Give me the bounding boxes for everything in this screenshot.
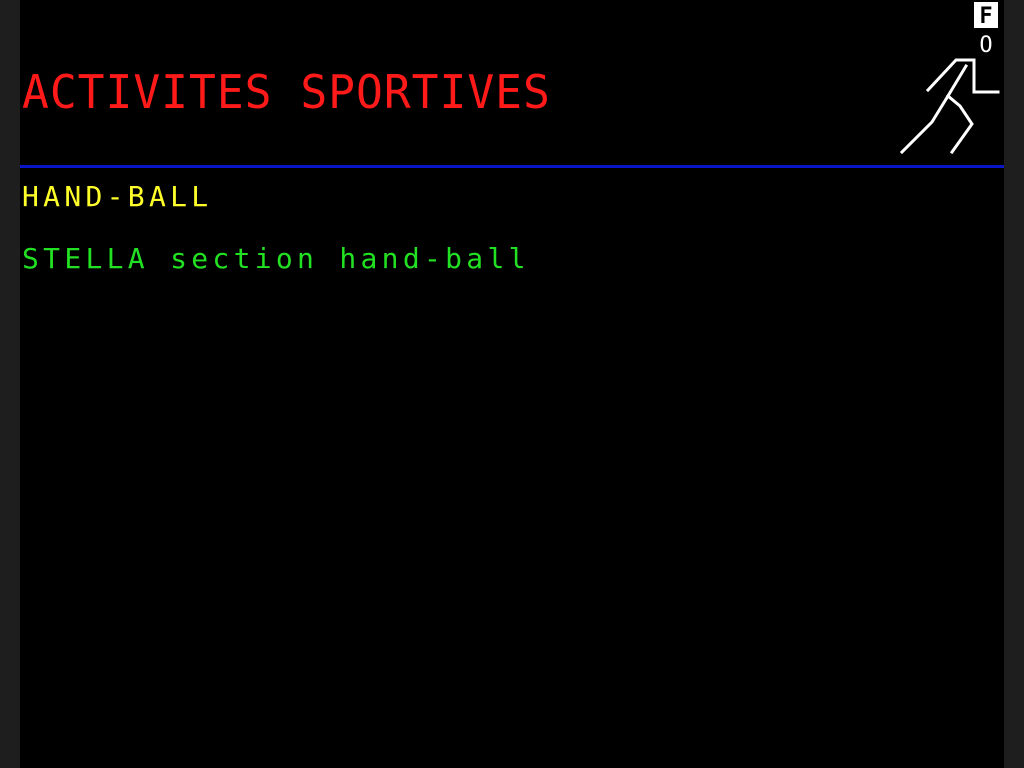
section-heading: HAND-BALL [22,180,213,213]
list-item: STELLA section hand-ball [22,242,530,275]
running-figure [899,58,1000,155]
page-title: ACTIVITES SPORTIVES [22,65,551,119]
running-man-icon: F O [899,2,1000,155]
minitel-screen: ACTIVITES SPORTIVES F O HAND-BALL STELLA… [20,0,1004,768]
header-divider [20,165,1004,168]
logo-letter-bottom: O [979,33,992,58]
logo-letter-top: F [979,4,992,29]
running-man-logo: F O [880,0,1004,160]
